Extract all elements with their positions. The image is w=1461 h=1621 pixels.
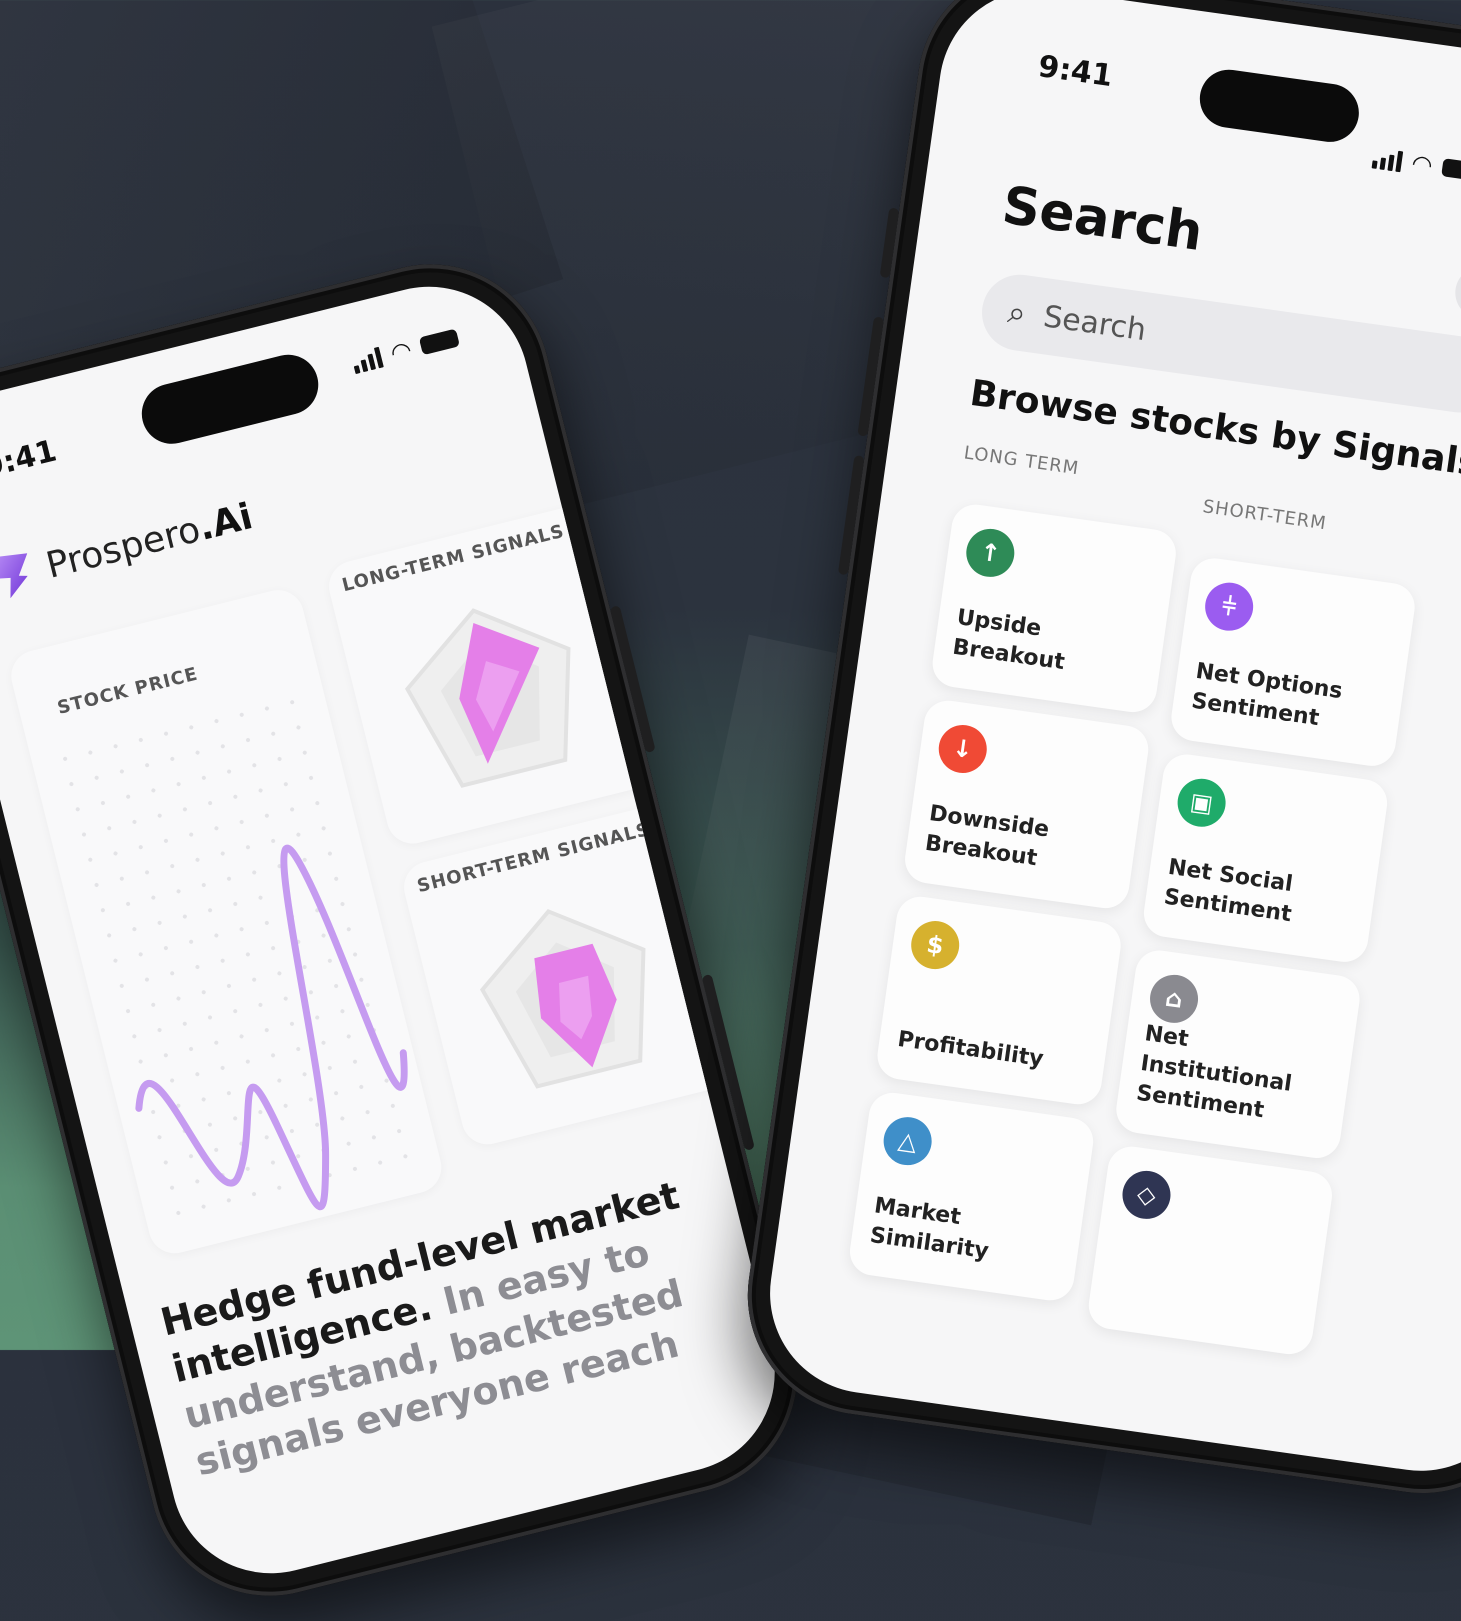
signal-card-partial[interactable]: ◇ [1085, 1143, 1336, 1358]
page-title: Search [998, 175, 1207, 263]
long-term-radar-icon [404, 608, 571, 788]
search-input[interactable] [1039, 297, 1425, 388]
signal-card-net-institutional-sentiment[interactable]: ⌂ Net Institutional Sentiment [1113, 947, 1363, 1162]
card-label: Net Options Sentiment [1189, 658, 1345, 732]
side-button [857, 316, 884, 437]
mountain-icon: △ [880, 1114, 935, 1169]
card-label: Upside Breakout [951, 605, 1067, 676]
short-term-radar-icon [479, 909, 646, 1089]
card-label: Market Similarity [868, 1193, 991, 1265]
wifi-icon: ◠ [387, 335, 415, 368]
card-label: Profitability [895, 1026, 1046, 1073]
wifi-icon: ◠ [1409, 148, 1435, 180]
status-icons: ◠ [1371, 146, 1461, 183]
status-time: 9:41 [1036, 49, 1115, 95]
brand-logo: Prospero.Ai [0, 494, 257, 600]
signal-card-downside-breakout[interactable]: ↓ Downside Breakout [901, 697, 1152, 912]
arrow-down-icon: ↓ [935, 721, 990, 777]
right-phone: 9:41 ◠ Search ☺ ⌕ Browse stocks by Signa… [732, 0, 1461, 1509]
battery-icon [1441, 158, 1461, 182]
signal-icon [1371, 146, 1404, 173]
left-phone: 9:41 ◠ Prospero.Ai STOCK PRICE LONG-TERM… [0, 238, 823, 1621]
chat-icon: ▣ [1174, 775, 1229, 830]
long-term-signals-panel: LONG-TERM SIGNALS [323, 502, 656, 850]
radar-icon: ◇ [1119, 1167, 1174, 1223]
dynamic-island [135, 348, 325, 451]
arrow-up-icon: ↑ [963, 525, 1018, 581]
short-term-label: SHORT-TERM [1201, 496, 1329, 535]
status-time: 9:41 [0, 433, 61, 486]
left-screen: 9:41 ◠ Prospero.Ai STOCK PRICE LONG-TERM… [0, 265, 796, 1595]
card-label: Downside Breakout [923, 801, 1051, 872]
signal-card-net-options-sentiment[interactable]: ⫩ Net Options Sentiment [1168, 555, 1418, 769]
card-label: Net Social Sentiment [1162, 854, 1295, 928]
long-term-label: LONG TERM [962, 442, 1081, 480]
card-label: Net Institutional Sentiment [1134, 1021, 1294, 1124]
candlestick-icon: ⫩ [1202, 579, 1257, 634]
logo-icon [0, 549, 37, 600]
card-label [1107, 1304, 1299, 1331]
dynamic-island [1196, 65, 1363, 146]
bank-icon: ⌂ [1146, 971, 1202, 1026]
signal-card-profitability[interactable]: $ Profitability [874, 893, 1124, 1108]
dollar-icon: $ [908, 917, 963, 973]
brand-name: Prospero.Ai [42, 495, 257, 587]
signal-card-net-social-sentiment[interactable]: ▣ Net Social Sentiment [1140, 751, 1391, 966]
signal-card-upside-breakout[interactable]: ↑ Upside Breakout [929, 501, 1179, 716]
long-term-label: LONG-TERM SIGNALS [340, 520, 567, 597]
side-button [879, 207, 900, 279]
signal-card-market-similarity[interactable]: △ Market Similarity [846, 1089, 1097, 1304]
side-button [837, 455, 865, 576]
right-screen: 9:41 ◠ Search ☺ ⌕ Browse stocks by Signa… [757, 0, 1461, 1484]
short-term-signals-panel: SHORT-TERM SIGNALS [398, 803, 731, 1150]
profile-avatar-icon[interactable]: ☺ [1451, 263, 1461, 323]
signal-icon [350, 346, 384, 375]
battery-icon [418, 328, 460, 356]
status-icons: ◠ [350, 327, 460, 375]
search-icon: ⌕ [1005, 291, 1029, 332]
